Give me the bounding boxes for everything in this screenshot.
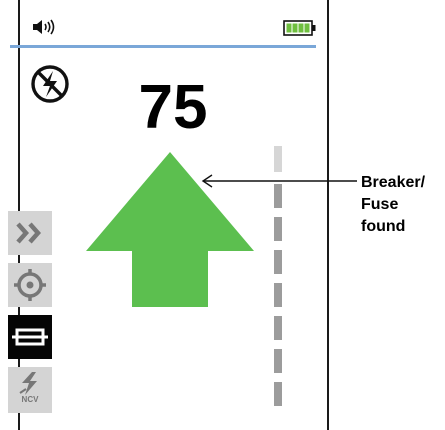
no-lightning-icon — [31, 65, 69, 103]
ncv-lightning-icon — [19, 372, 37, 395]
mode-button-ncv[interactable]: NCV — [8, 367, 52, 413]
callout-pointer — [201, 174, 357, 188]
callout-label: Breaker/ Fuse found — [361, 174, 426, 235]
signal-reading: 75 — [138, 73, 208, 142]
fuse-icon — [12, 328, 48, 346]
ncv-label: NCV — [21, 395, 39, 404]
crosshair-target-icon — [14, 269, 46, 301]
signal-bar-segment — [274, 146, 282, 172]
mode-button-target[interactable] — [8, 263, 52, 307]
signal-bar-segment — [274, 349, 282, 373]
signal-bar-segment — [274, 316, 282, 340]
speaker-volume-icon — [33, 19, 55, 35]
signal-bar-segment — [274, 283, 282, 307]
mode-button-breaker-fuse[interactable] — [8, 315, 52, 359]
signal-bar-segment — [274, 217, 282, 241]
signal-bar-segment — [274, 250, 282, 274]
signal-bar-segment — [274, 382, 282, 406]
double-chevron-right-icon — [16, 222, 42, 244]
battery-full-icon — [283, 20, 316, 36]
mode-button-fast-scan[interactable] — [8, 211, 52, 255]
status-divider — [10, 45, 316, 48]
detector-display: 75 NCV Breaker/ Fuse found — [0, 0, 445, 430]
